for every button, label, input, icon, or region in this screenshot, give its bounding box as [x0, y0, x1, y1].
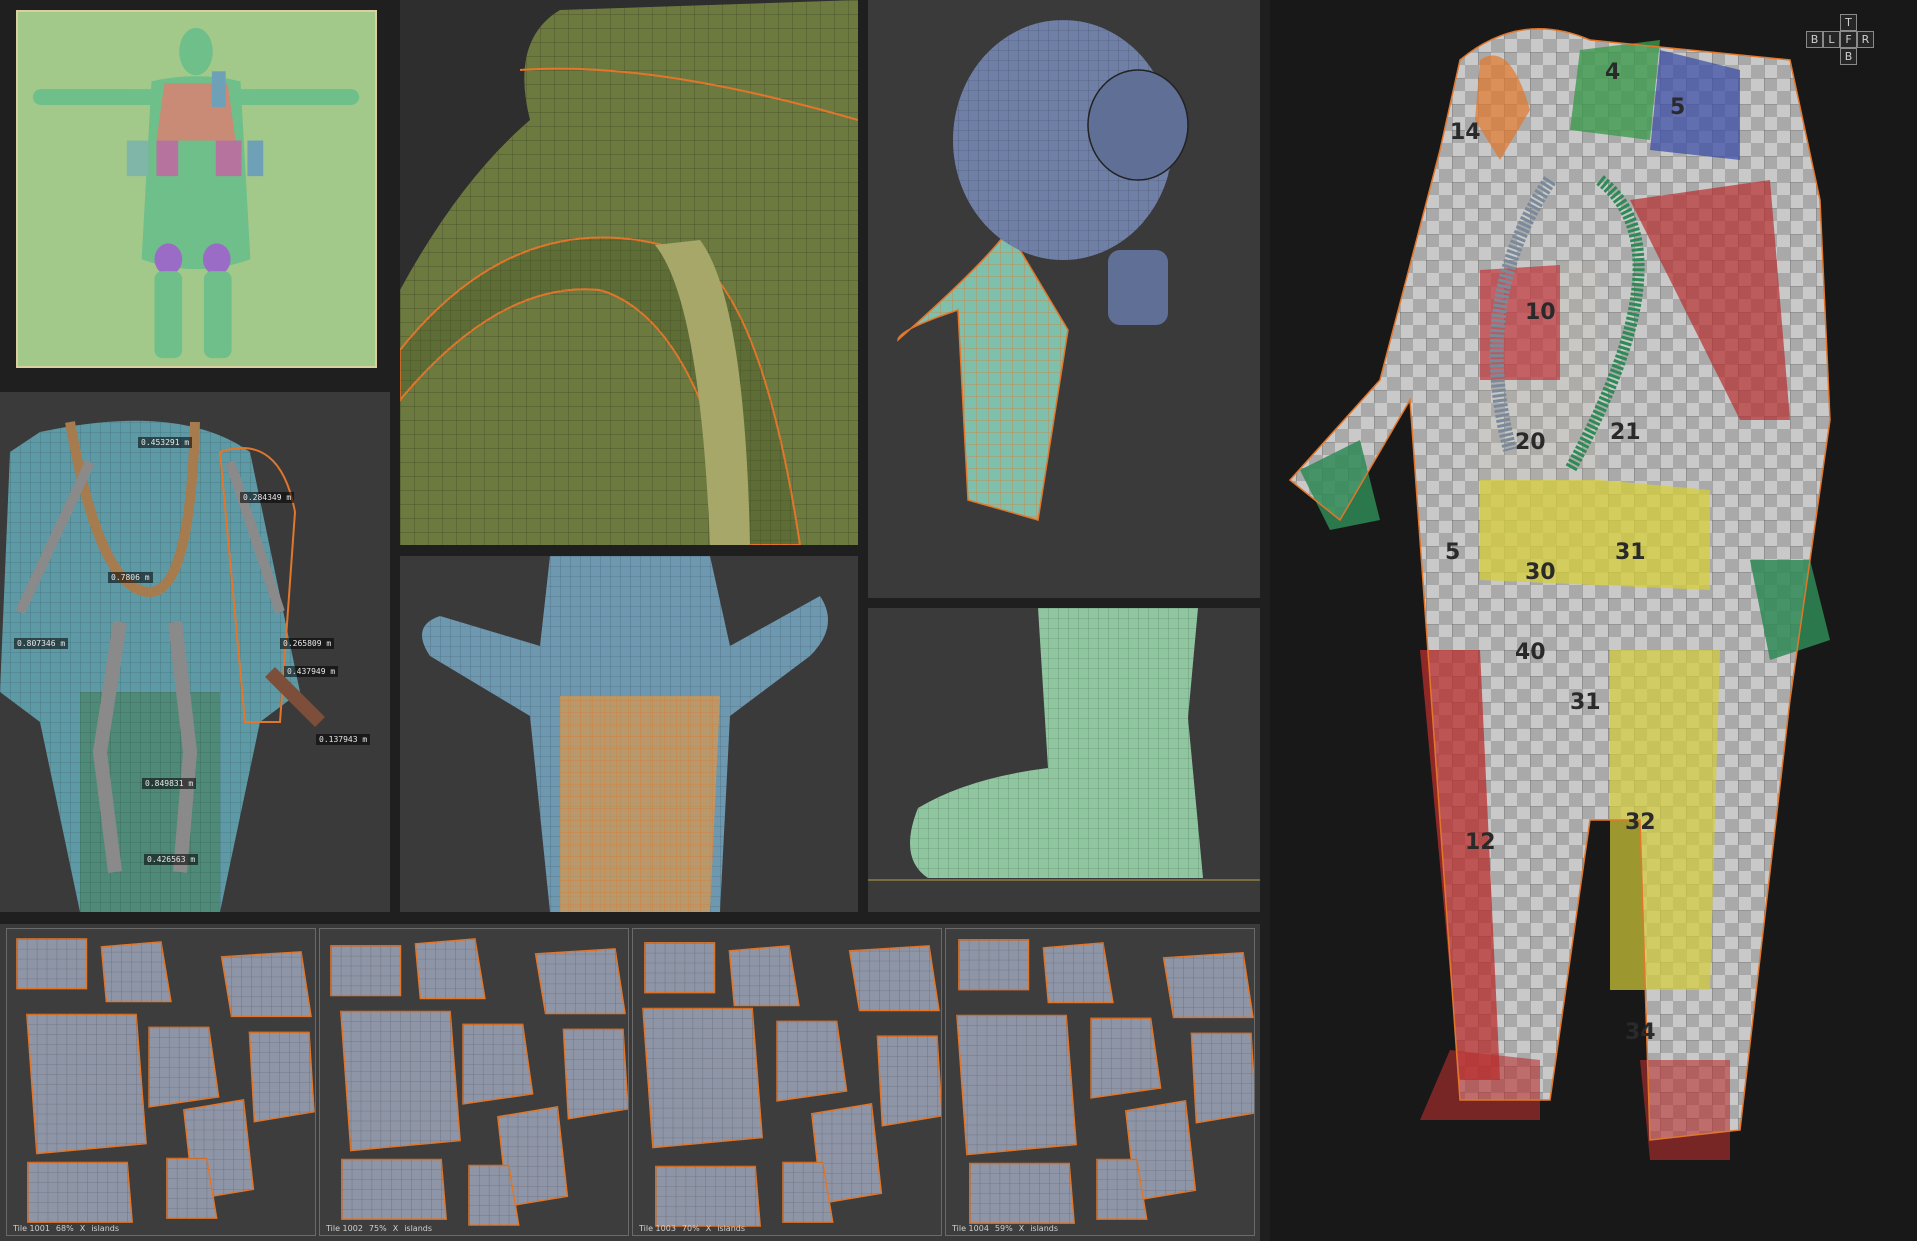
uv-tile-pct: 75% — [368, 1224, 387, 1233]
tpose-figure — [32, 27, 360, 359]
measurement-label: 0.426563 m — [144, 854, 199, 865]
uv-tile-tile: Tile 1002 — [326, 1224, 363, 1233]
checker-number: 5 — [1670, 95, 1686, 120]
uv-tile-islands: islands — [1030, 1224, 1059, 1233]
checker-number: 31 — [1615, 540, 1646, 565]
uv-tile[interactable]: Tile 1001 68% Xislands — [6, 928, 316, 1236]
checker-number: 20 — [1515, 430, 1546, 455]
checker-number: 12 — [1465, 830, 1496, 855]
uv-tile[interactable]: Tile 1002 75% Xislands — [319, 928, 629, 1236]
nav-top[interactable]: T — [1840, 14, 1857, 31]
uv-tile-caption: Tile 1003 70% Xislands — [639, 1224, 751, 1233]
uv-tile[interactable]: Tile 1004 59% Xislands — [945, 928, 1255, 1236]
checker-number: 34 — [1625, 1020, 1656, 1045]
view-navigation-cube[interactable]: T B L F R B — [1806, 14, 1890, 84]
checker-number: 21 — [1610, 420, 1641, 445]
checker-number: 10 — [1525, 300, 1556, 325]
nav-front[interactable]: F — [1840, 31, 1857, 48]
nav-bottom[interactable]: B — [1840, 48, 1857, 65]
checker-figure — [1288, 28, 1831, 1160]
checker-number: 31 — [1570, 690, 1601, 715]
measurement-label: 0.453291 m — [138, 437, 193, 448]
uv-tile[interactable]: Tile 1003 70% Xislands — [632, 928, 942, 1236]
uv-tile-pct: 59% — [994, 1224, 1013, 1233]
uv-islands — [956, 939, 1254, 1224]
uv-tile-x[interactable]: X — [706, 1224, 711, 1233]
uv-tile-x[interactable]: X — [1019, 1224, 1024, 1233]
uv-tile-islands: islands — [717, 1224, 746, 1233]
viewport-tpose[interactable] — [16, 10, 377, 368]
uv-tile-tile: Tile 1004 — [952, 1224, 989, 1233]
uv-tile-caption: Tile 1002 75% Xislands — [326, 1224, 438, 1233]
nav-left[interactable]: L — [1823, 31, 1840, 48]
boot-mesh — [868, 608, 1260, 881]
uv-tile-tile: Tile 1001 — [13, 1224, 50, 1233]
checker-number: 40 — [1515, 640, 1546, 665]
measurement-label: 0.265809 m — [280, 638, 335, 649]
viewport-gasmask[interactable] — [868, 0, 1260, 598]
checker-number: 14 — [1450, 120, 1481, 145]
gasmask-mesh — [897, 20, 1189, 521]
jacket-mesh — [422, 556, 828, 912]
uv-islands — [330, 938, 628, 1226]
checker-number: 5 — [1445, 540, 1461, 565]
measurement-label: 0.284349 m — [240, 492, 295, 503]
measurement-label: 0.437949 m — [284, 666, 339, 677]
measurement-label: 0.7806 m — [108, 572, 153, 583]
uv-tile-pct: 68% — [55, 1224, 74, 1233]
viewport-rig[interactable]: 0.453291 m 0.284349 m 0.807346 m 0.7806 m 0.… — [0, 392, 390, 912]
viewport-backpack[interactable] — [400, 0, 858, 545]
checker-number: 32 — [1625, 810, 1656, 835]
viewport-jacket[interactable] — [400, 556, 858, 912]
uv-tile-islands: islands — [404, 1224, 433, 1233]
nav-back[interactable]: B — [1806, 31, 1823, 48]
uv-islands — [642, 942, 941, 1227]
measurement-label: 0.849831 m — [142, 778, 197, 789]
measurement-label: 0.807346 m — [14, 638, 69, 649]
measurement-label: 0.137943 m — [316, 734, 371, 745]
uv-tile-x[interactable]: X — [393, 1224, 398, 1233]
uv-editor[interactable]: Tile 1001 68% Xislands Tile 1002 75% Xislands… — [0, 924, 1260, 1241]
uv-islands — [16, 938, 315, 1223]
checker-number: 30 — [1525, 560, 1556, 585]
uv-tile-pct: 70% — [681, 1224, 700, 1233]
uv-tile-caption: Tile 1004 59% Xislands — [952, 1224, 1064, 1233]
uv-tile-x[interactable]: X — [80, 1224, 85, 1233]
uv-tile-tile: Tile 1003 — [639, 1224, 676, 1233]
backpack-mesh — [400, 0, 858, 545]
viewport-boot[interactable] — [868, 608, 1260, 912]
uv-tile-islands: islands — [91, 1224, 120, 1233]
checker-number: 4 — [1605, 60, 1621, 85]
uv-tile-caption: Tile 1001 68% Xislands — [13, 1224, 125, 1233]
nav-right[interactable]: R — [1857, 31, 1874, 48]
viewport-checker-render[interactable]: 10 20 21 5 30 31 40 31 32 12 34 4 5 14 — [1270, 0, 1917, 1241]
rig-mesh — [0, 420, 325, 912]
